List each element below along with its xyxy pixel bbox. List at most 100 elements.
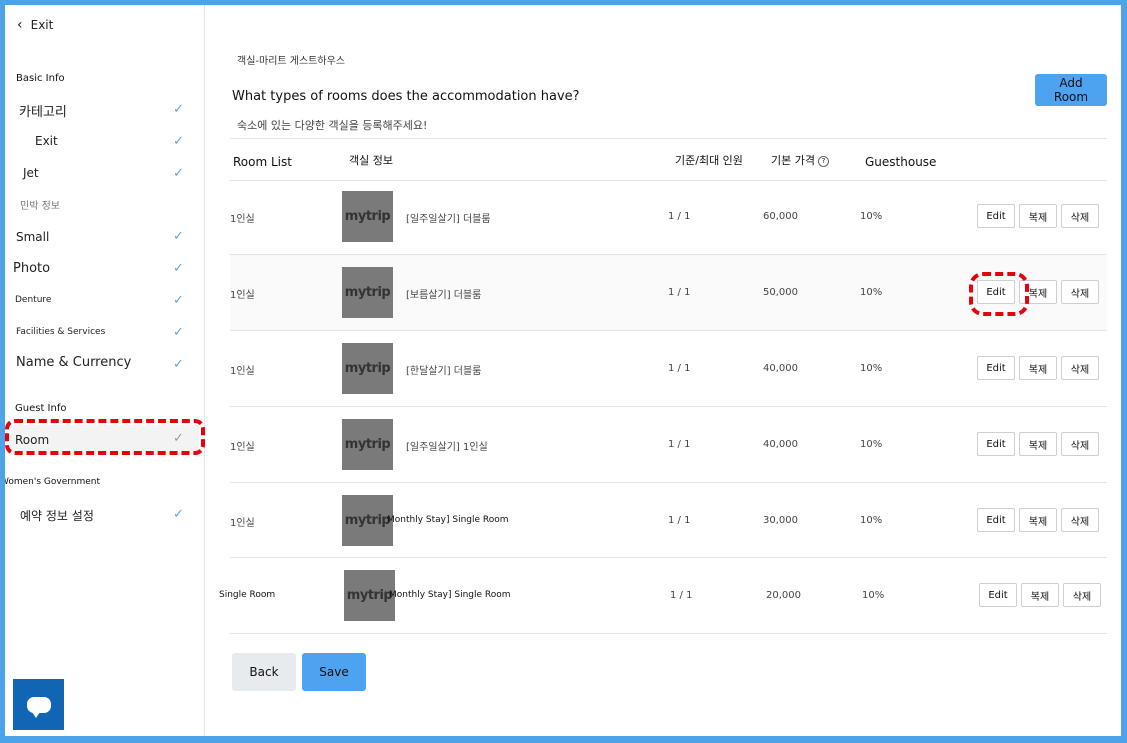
edit-button[interactable]: Edit xyxy=(977,508,1015,532)
room-rate: 10% xyxy=(860,439,883,450)
sidebar: ‹ Exit Basic Info 카테고리 ✓ Exit ✓ Jet ✓ 민박 … xyxy=(5,5,205,736)
room-price: 40,000 xyxy=(763,439,798,450)
room-price: 30,000 xyxy=(763,515,798,526)
delete-button[interactable]: 삭제 xyxy=(1061,280,1099,304)
room-thumbnail: mytrip xyxy=(344,570,395,621)
room-price: 20,000 xyxy=(766,590,801,601)
divider xyxy=(230,138,1107,139)
room-capacity: 1 / 1 xyxy=(668,287,691,298)
room-price: 40,000 xyxy=(763,363,798,374)
room-type: 1인실 xyxy=(230,518,255,529)
col-room-info: 객실 정보 xyxy=(349,154,393,167)
divider xyxy=(230,633,1107,634)
copy-button[interactable]: 복제 xyxy=(1019,432,1057,456)
room-name: Monthly Stay] Single Room xyxy=(387,515,509,525)
delete-button[interactable]: 삭제 xyxy=(1061,432,1099,456)
save-button[interactable]: Save xyxy=(302,653,366,691)
sidebar-item-facilities[interactable]: Facilities & Services xyxy=(16,327,105,337)
room-rate: 10% xyxy=(860,363,883,374)
check-icon: ✓ xyxy=(173,134,184,149)
room-name: [보름살기] 더블룸 xyxy=(406,290,482,301)
sidebar-item-photo[interactable]: Photo xyxy=(13,261,50,276)
room-price: 60,000 xyxy=(763,211,798,222)
room-name: Monthly Stay] Single Room xyxy=(389,590,511,600)
app-window: ‹ Exit Basic Info 카테고리 ✓ Exit ✓ Jet ✓ 민박 … xyxy=(5,5,1121,736)
room-thumbnail: mytrip xyxy=(342,419,393,470)
sidebar-item-small[interactable]: Small xyxy=(16,230,49,244)
room-capacity: 1 / 1 xyxy=(668,439,691,450)
room-capacity: 1 / 1 xyxy=(670,590,693,601)
sidebar-item-category[interactable]: 카테고리 xyxy=(19,101,67,120)
room-capacity: 1 / 1 xyxy=(668,363,691,374)
check-icon: ✓ xyxy=(173,293,184,308)
edit-button[interactable]: Edit xyxy=(977,432,1015,456)
thumbnail-logo: mytrip xyxy=(344,513,391,528)
delete-button[interactable]: 삭제 xyxy=(1061,356,1099,380)
check-icon: ✓ xyxy=(173,325,184,340)
copy-button[interactable]: 복제 xyxy=(1019,508,1057,532)
delete-button[interactable]: 삭제 xyxy=(1061,204,1099,228)
sidebar-item-jet[interactable]: Jet xyxy=(23,166,39,180)
sidebar-item-exit[interactable]: Exit xyxy=(35,134,58,148)
thumbnail-logo: mytrip xyxy=(344,209,391,224)
edit-button[interactable]: Edit xyxy=(977,356,1015,380)
room-type: Single Room xyxy=(219,590,276,600)
col-base-price-label: 기본 가격 xyxy=(771,154,815,167)
highlight-edit-annotation xyxy=(969,272,1029,316)
check-icon: ✓ xyxy=(173,261,184,276)
divider xyxy=(230,330,1107,331)
room-rate: 10% xyxy=(860,211,883,222)
section-womens-government: Women's Government xyxy=(5,477,101,487)
sidebar-item-denture[interactable]: Denture xyxy=(15,295,51,305)
check-icon: ✓ xyxy=(173,229,184,244)
divider xyxy=(230,180,1107,181)
page-title: What types of rooms does the accommodati… xyxy=(232,89,580,104)
col-base-price: 기본 가격? xyxy=(771,152,829,168)
sidebar-item-name-currency[interactable]: Name & Currency xyxy=(16,355,131,370)
col-room-list: Room List xyxy=(233,155,292,169)
check-icon: ✓ xyxy=(173,102,184,117)
chat-button[interactable] xyxy=(13,679,64,730)
copy-button[interactable]: 복제 xyxy=(1019,204,1057,228)
divider xyxy=(230,406,1107,407)
copy-button[interactable]: 복제 xyxy=(1019,356,1057,380)
room-thumbnail: mytrip xyxy=(342,495,393,546)
thumbnail-logo: mytrip xyxy=(344,361,391,376)
page-subtitle: 숙소에 있는 다양한 객실을 등록해주세요! xyxy=(237,119,428,132)
divider xyxy=(230,482,1107,483)
room-thumbnail: mytrip xyxy=(342,191,393,242)
check-icon: ✓ xyxy=(173,507,184,522)
room-rate: 10% xyxy=(860,287,883,298)
add-room-button[interactable]: Add Room xyxy=(1035,74,1107,106)
delete-button[interactable]: 삭제 xyxy=(1061,508,1099,532)
section-guest-info: Guest Info xyxy=(15,403,67,414)
room-name: [한달살기] 더블룸 xyxy=(406,366,482,377)
check-icon: ✓ xyxy=(173,166,184,181)
back-button[interactable]: Back xyxy=(232,653,296,691)
room-thumbnail: mytrip xyxy=(342,343,393,394)
edit-button[interactable]: Edit xyxy=(977,204,1015,228)
check-icon: ✓ xyxy=(173,357,184,372)
room-price: 50,000 xyxy=(763,287,798,298)
info-icon[interactable]: ? xyxy=(817,155,829,167)
delete-button[interactable]: 삭제 xyxy=(1063,583,1101,607)
section-basic-info: Basic Info xyxy=(16,73,65,84)
room-thumbnail: mytrip xyxy=(342,267,393,318)
col-capacity: 기준/최대 인원 xyxy=(675,154,743,167)
thumbnail-logo: mytrip xyxy=(346,588,393,603)
chat-bubble-icon xyxy=(26,696,51,718)
section-minbak: 민박 정보 xyxy=(20,201,60,212)
room-type: 1인실 xyxy=(230,442,255,453)
edit-button[interactable]: Edit xyxy=(979,583,1017,607)
room-type: 1인실 xyxy=(230,366,255,377)
exit-link[interactable]: ‹ Exit xyxy=(17,17,53,33)
copy-button[interactable]: 복제 xyxy=(1021,583,1059,607)
room-type: 1인실 xyxy=(230,214,255,225)
room-capacity: 1 / 1 xyxy=(668,515,691,526)
room-name: [일주일살기] 더블룸 xyxy=(406,214,491,225)
chevron-left-icon: ‹ xyxy=(17,17,23,33)
room-capacity: 1 / 1 xyxy=(668,211,691,222)
room-type: 1인실 xyxy=(230,290,255,301)
room-rate: 10% xyxy=(862,590,885,601)
sidebar-item-reservation[interactable]: 예약 정보 설정 xyxy=(20,507,94,524)
